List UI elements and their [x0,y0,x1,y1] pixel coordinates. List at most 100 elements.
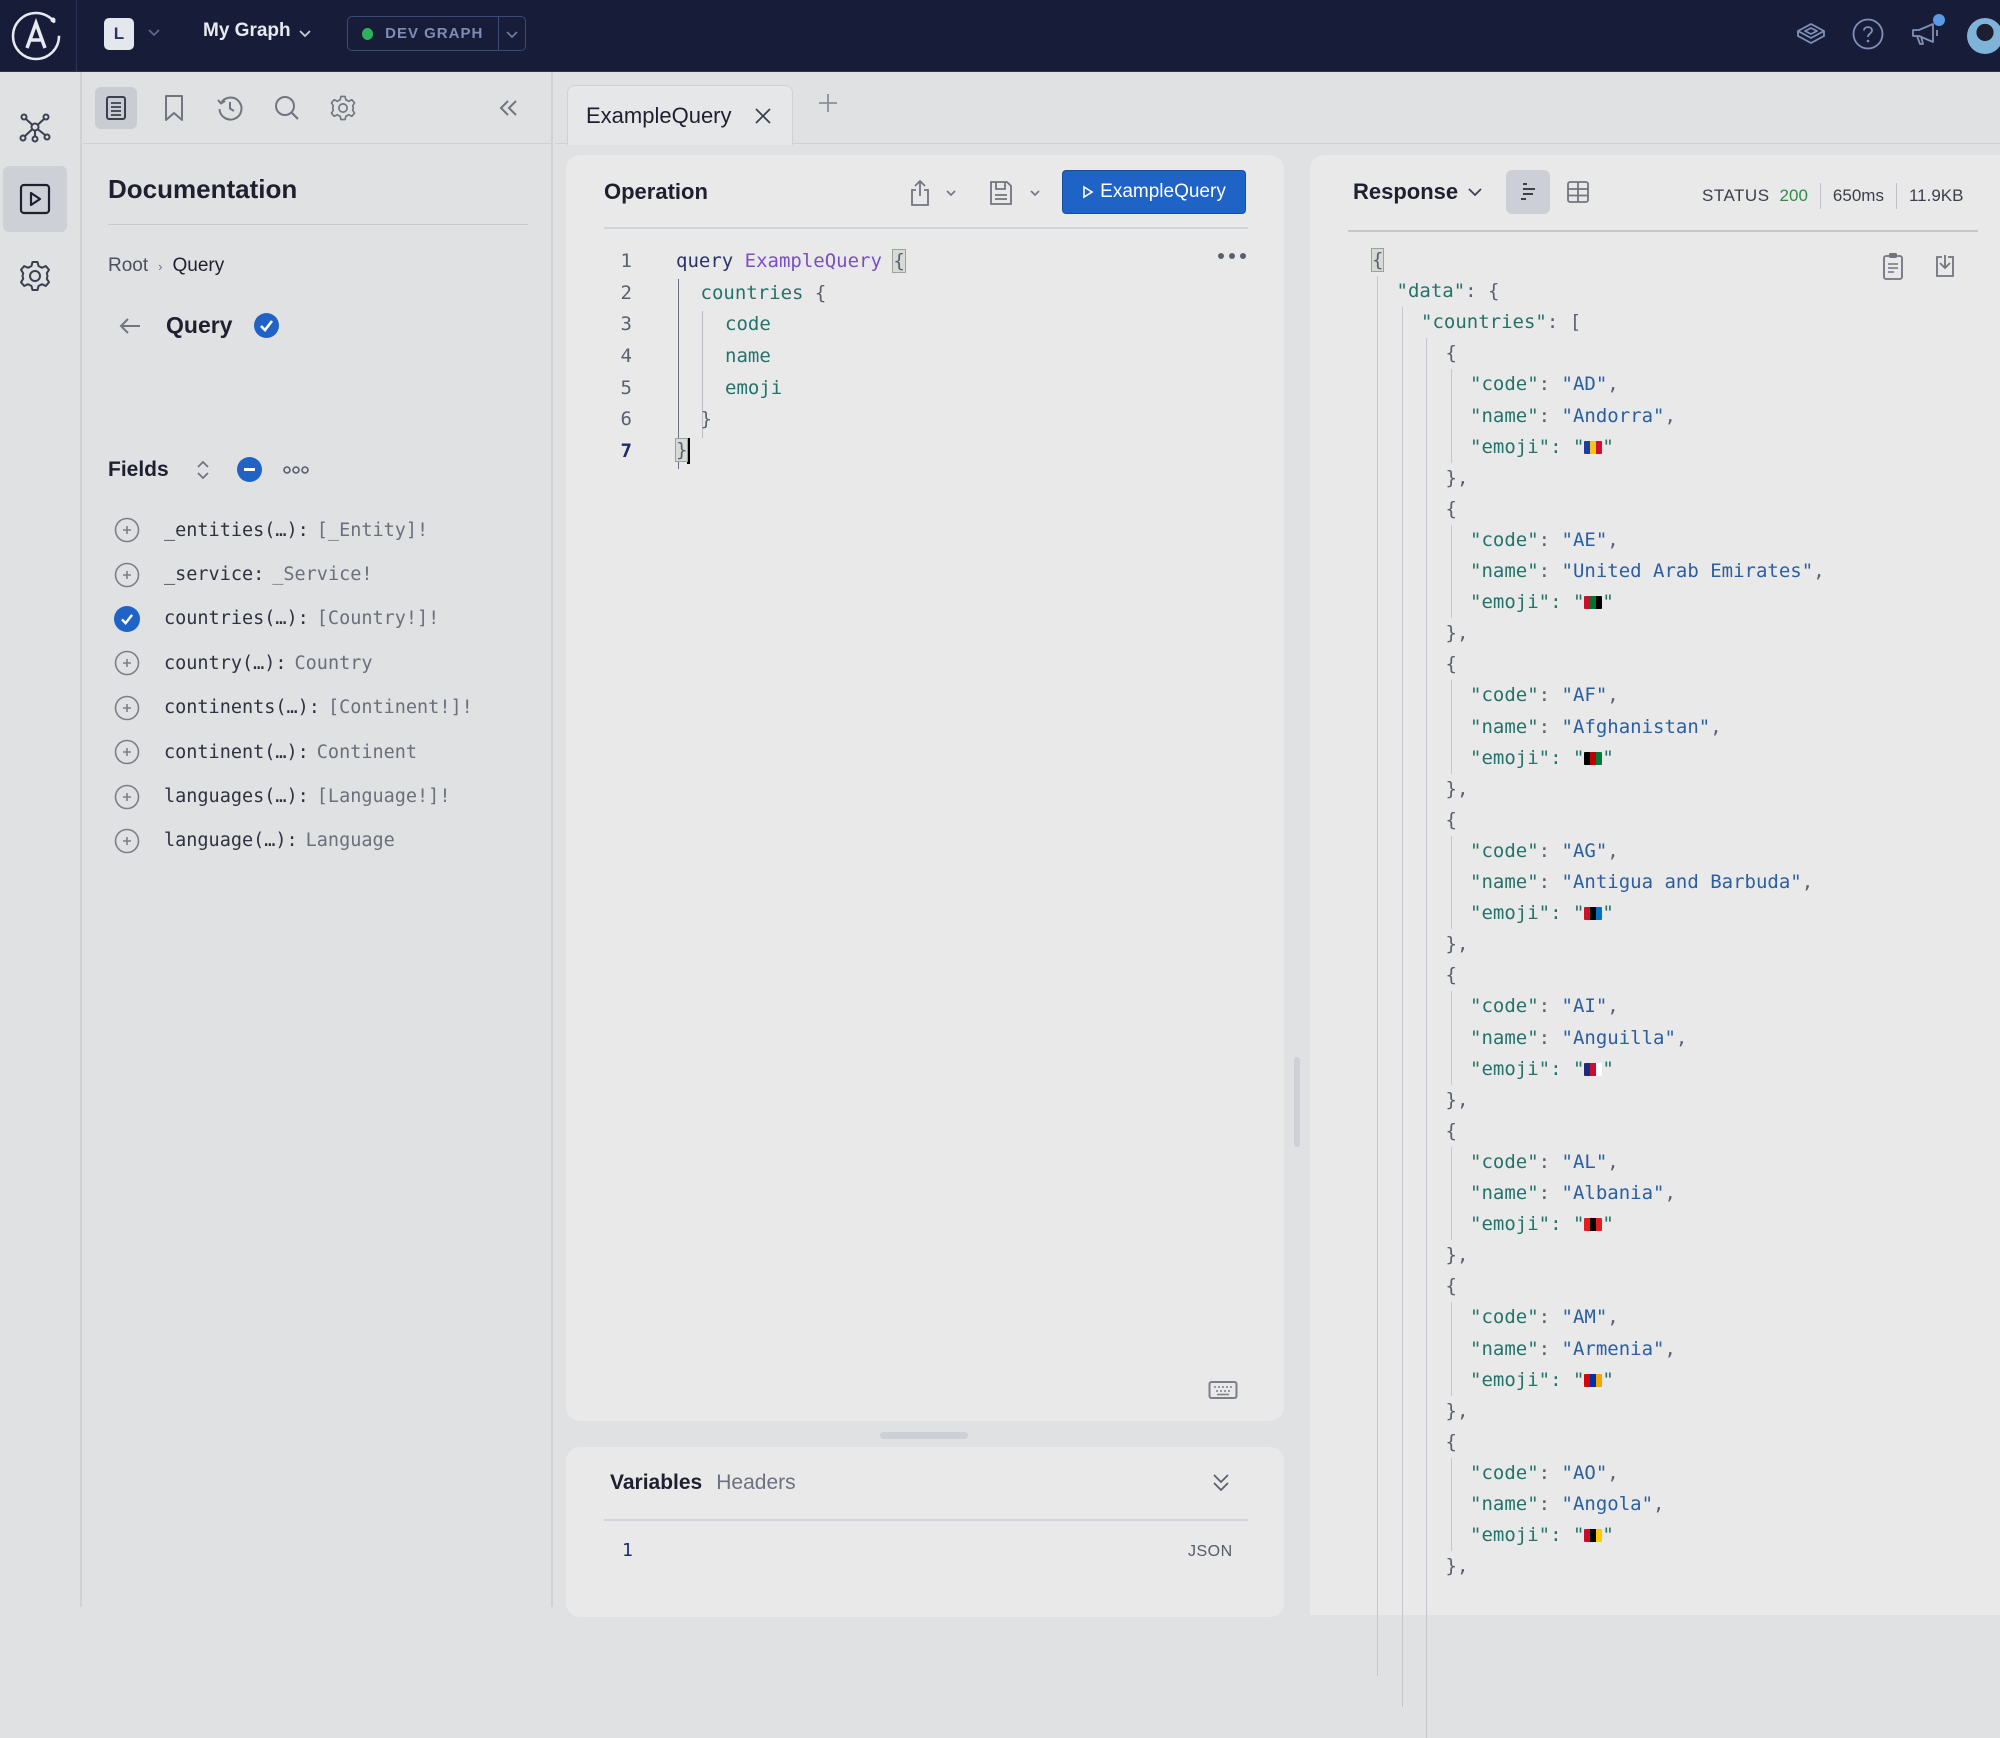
vertical-resize-handle[interactable] [1294,1057,1300,1147]
flag-emoji [1584,907,1603,921]
graph-selector[interactable]: My Graph [203,20,291,42]
field-name: _entities(…): [164,519,309,541]
type-name: Query [166,312,233,338]
more-options-icon[interactable] [1216,251,1248,261]
rail-item-schema[interactable] [3,94,67,160]
keyboard-shortcuts-icon[interactable] [1208,1380,1238,1400]
json-line: "code": "AL", [1470,1150,1619,1173]
learn-icon[interactable] [1793,16,1829,52]
search-tab[interactable] [266,87,308,129]
save-icon[interactable] [988,179,1014,207]
run-operation-button[interactable]: ExampleQuery [1062,170,1246,214]
field-item[interactable]: country(…): Country [113,641,473,685]
code-line: 5 emoji [566,372,783,404]
field-name: language(…): [164,830,298,852]
variant-selector[interactable]: DEV GRAPH [347,16,526,51]
rail-item-explorer[interactable] [3,166,67,232]
code-editor[interactable]: 1 query ExampleQuery {2 countries {3 code 4 n… [566,245,906,467]
code-line: 6} [566,403,712,435]
check-circle-icon[interactable] [113,605,140,632]
history-tab[interactable] [209,87,251,129]
json-line: { [1445,653,1457,676]
field-item[interactable]: continents(…): [Continent!]! [113,686,473,730]
code-text: emoji [725,376,783,399]
tab-headers[interactable]: Headers [716,1471,795,1495]
org-badge[interactable]: L [104,18,134,50]
more-options-icon[interactable] [282,464,310,476]
variant-dropdown-button[interactable] [499,26,525,42]
field-item[interactable]: countries(…): [Country!]! [113,597,473,641]
collapse-panel-button[interactable] [488,87,530,129]
add-circle-icon[interactable] [113,783,140,810]
response-title: Response [1353,179,1459,204]
line-number: 4 [620,344,632,367]
code-line: 3 code [566,308,771,340]
field-item[interactable]: _service: _Service! [113,552,473,596]
back-arrow-icon[interactable] [118,316,142,336]
tab-examplequery[interactable]: ExampleQuery [567,85,793,145]
copy-clipboard-icon[interactable] [1882,251,1904,281]
field-item[interactable]: language(…): Language [113,819,473,863]
flag-emoji [1584,1373,1603,1387]
field-type[interactable]: [_Entity]! [317,520,428,541]
rail-item-settings[interactable] [3,243,67,309]
bookmarks-tab[interactable] [153,87,195,129]
docs-title: Documentation [108,174,298,204]
field-type[interactable]: Language [306,830,395,851]
docs-settings-tab[interactable] [322,87,364,129]
close-icon[interactable] [754,107,772,125]
field-type[interactable]: [Language!]! [317,786,451,807]
divider [604,227,1248,229]
documentation-tab[interactable] [95,87,137,129]
field-item[interactable]: continent(…): Continent [113,730,473,774]
share-icon[interactable] [908,179,932,207]
chevron-down-icon[interactable] [944,187,958,199]
indent-guide [1450,835,1452,930]
add-circle-icon[interactable] [113,650,140,677]
collapse-down-icon[interactable] [1210,1471,1232,1495]
chevron-down-icon[interactable] [1028,187,1042,199]
horizontal-resize-handle[interactable] [880,1432,968,1439]
chevron-down-icon[interactable] [144,22,164,42]
response-selector[interactable]: Response [1353,179,1484,205]
text-view-icon [1521,183,1535,200]
field-type[interactable]: Continent [317,742,417,763]
indent-guide [1450,991,1452,1085]
add-circle-icon[interactable] [113,827,140,854]
add-circle-icon[interactable] [113,739,140,766]
json-line: { [1370,248,1385,272]
add-circle-icon[interactable] [113,517,140,544]
field-type[interactable]: [Country!]! [317,608,440,629]
field-item[interactable]: _entities(…): [_Entity]! [113,508,473,552]
table-view-button[interactable] [1556,170,1600,214]
chevron-down-icon[interactable] [296,24,314,42]
field-type[interactable]: Country [295,653,373,674]
flag-emoji [1584,1529,1603,1543]
json-line: "emoji": " " [1470,1213,1614,1236]
breadcrumb-root[interactable]: Root [108,255,148,277]
field-type[interactable]: _Service! [272,564,372,585]
check-circle-icon[interactable] [254,313,280,338]
add-circle-icon[interactable] [113,694,140,721]
json-line: "emoji": " " [1470,591,1614,614]
json-line: "emoji": " " [1470,1524,1614,1547]
download-icon[interactable] [1934,253,1956,279]
apollo-logo-icon[interactable] [8,8,64,64]
user-avatar[interactable] [1967,18,2000,54]
tab-variables[interactable]: Variables [610,1471,702,1495]
line-number: 6 [620,408,632,431]
graph-icon [19,113,51,143]
add-circle-icon[interactable] [113,561,140,588]
response-size: 11.9KB [1908,186,1964,205]
json-view-button[interactable] [1506,170,1550,214]
tab-label: ExampleQuery [586,102,732,128]
code-line: 4 name [566,340,771,372]
field-item[interactable]: languages(…): [Language!]! [113,774,473,818]
help-icon[interactable] [1850,16,1886,52]
deselect-all-icon[interactable] [236,457,262,482]
add-tab-icon[interactable] [817,92,839,114]
chevron-down-icon [1468,188,1482,197]
json-line: { [1445,497,1457,520]
field-type[interactable]: [Continent!]! [328,697,473,718]
sort-icon[interactable] [195,459,211,481]
